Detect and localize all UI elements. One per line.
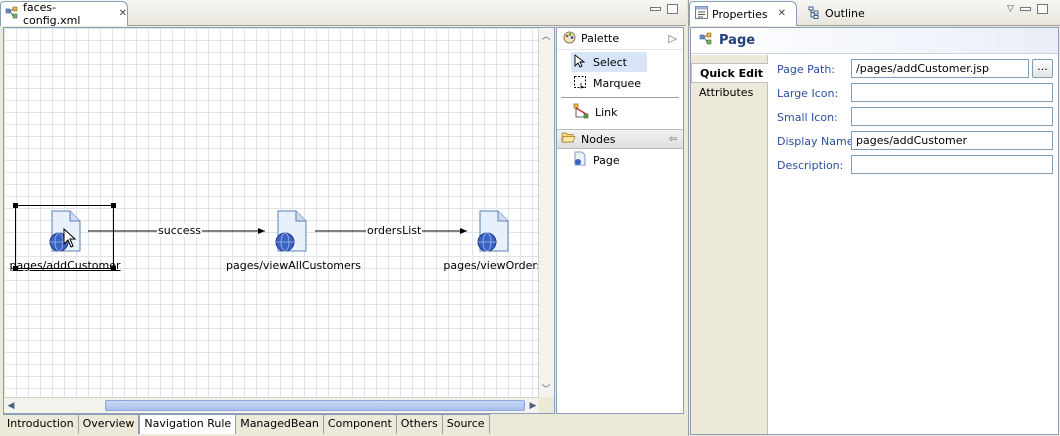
palette-drawer-nodes[interactable]: Nodes ⇦ (557, 129, 683, 149)
scroll-down-icon[interactable]: ﹀ (539, 383, 553, 397)
palette-icon (563, 31, 576, 47)
jsp-page-icon (274, 210, 308, 252)
palette-header[interactable]: Palette ▷ (557, 28, 683, 50)
palette-tool-link[interactable]: Link (557, 101, 683, 123)
folder-open-icon (561, 131, 576, 147)
tab-navigation-rule[interactable]: Navigation Rule (139, 415, 237, 434)
description-label: Description: (777, 159, 844, 172)
edge-label-orderslist[interactable]: ordersList (366, 224, 423, 237)
outline-tab-label: Outline (825, 7, 865, 20)
description-field[interactable] (851, 155, 1053, 174)
maximize-icon[interactable] (667, 4, 678, 14)
tab-others[interactable]: Others (396, 415, 443, 434)
editor-page-tabs: Introduction Overview Navigation Rule Ma… (3, 414, 490, 434)
page-path-label: Page Path: (777, 63, 835, 76)
display-name-label: Display Name: (777, 135, 858, 148)
tab-properties[interactable]: Properties ✕ (689, 1, 797, 26)
scroll-corner (538, 397, 554, 413)
minimize-icon[interactable] (650, 7, 661, 11)
collapse-palette-icon[interactable]: ▷ (669, 32, 677, 45)
minimize-icon[interactable] (1019, 7, 1031, 11)
scroll-left-icon[interactable]: ◀ (4, 399, 18, 413)
palette-item-page[interactable]: Page (557, 149, 683, 171)
side-tab-attributes[interactable]: Attributes (691, 83, 767, 103)
node-label: pages/viewAllCustomers (226, 259, 362, 272)
navigation-canvas-viewport: success ordersList pages/addCustomer pag… (3, 27, 555, 414)
link-icon (573, 103, 589, 122)
quick-edit-form: Page Path: /pages/addCustomer.jsp ... La… (777, 58, 1057, 178)
tab-component[interactable]: Component (323, 415, 397, 434)
form-row-large-icon: Large Icon: (777, 82, 1057, 106)
large-icon-field[interactable] (851, 83, 1053, 102)
palette-separator (561, 97, 679, 98)
properties-window-controls: ▽ (1007, 4, 1048, 14)
palette-item-label: Page (593, 153, 620, 167)
page-path-field[interactable]: /pages/addCustomer.jsp (851, 59, 1029, 78)
horizontal-scrollbar[interactable]: ◀ ▶ (4, 397, 540, 413)
cursor-icon (63, 227, 77, 251)
form-row-small-icon: Small Icon: (777, 106, 1057, 130)
outline-icon (808, 6, 821, 22)
pin-drawer-icon[interactable]: ⇦ (669, 134, 677, 145)
arrow-pointer-icon (573, 53, 587, 71)
jsp-page-icon (476, 210, 510, 252)
vertical-scrollbar[interactable]: ︿ ﹀ (538, 28, 554, 399)
properties-body: Page Quick Edit Attributes Page Path: /p… (690, 27, 1059, 435)
editor-tab-bar: faces-config.xml ✕ (0, 0, 686, 27)
palette-tool-label: Select (593, 55, 627, 69)
editor-tab-label: faces-config.xml (23, 1, 81, 27)
page-properties-icon (699, 32, 713, 50)
tab-managedbean[interactable]: ManagedBean (236, 415, 324, 434)
properties-header: Page (691, 28, 1058, 54)
close-icon[interactable]: ✕ (778, 9, 786, 19)
editor-tab-faces-config[interactable]: faces-config.xml ✕ (0, 1, 128, 27)
scroll-up-icon[interactable]: ︿ (539, 30, 553, 44)
palette-tool-select[interactable]: Select (571, 52, 647, 72)
palette-tool-label: Marquee (593, 76, 642, 90)
horizontal-scroll-thumb[interactable] (105, 400, 525, 411)
small-icon-field[interactable] (851, 107, 1053, 126)
form-row-page-path: Page Path: /pages/addCustomer.jsp ... (777, 58, 1057, 82)
faces-config-editor: faces-config.xml ✕ success ordersList pa… (0, 0, 686, 436)
form-row-display-name: Display Name: pages/addCustomer (777, 130, 1057, 154)
node-label: pages/addCustomer (9, 259, 121, 272)
browse-button[interactable]: ... (1032, 59, 1053, 78)
palette-tool-marquee[interactable]: Marquee (557, 72, 683, 94)
tab-introduction[interactable]: Introduction (3, 415, 79, 434)
view-menu-icon[interactable]: ▽ (1007, 4, 1014, 14)
page-node-viewallcustomers[interactable]: pages/viewAllCustomers (226, 208, 362, 278)
side-tab-quick-edit[interactable]: Quick Edit (691, 63, 768, 83)
properties-tab-bar: Properties ✕ Outline ▽ (689, 0, 1060, 26)
maximize-icon[interactable] (1036, 4, 1048, 14)
tab-source[interactable]: Source (442, 415, 490, 434)
properties-icon (695, 6, 708, 22)
edge-label-success[interactable]: success (157, 224, 203, 237)
palette-drawer-title: Nodes (581, 132, 616, 146)
page-node-addcustomer[interactable]: pages/addCustomer (4, 208, 130, 278)
form-row-description: Description: (777, 154, 1057, 178)
tab-outline[interactable]: Outline (803, 1, 865, 26)
close-icon[interactable]: ✕ (119, 9, 127, 19)
palette-title: Palette (581, 32, 620, 45)
faces-config-file-icon (5, 6, 19, 23)
marquee-icon (573, 75, 587, 92)
small-icon-label: Small Icon: (777, 111, 838, 124)
page-icon (573, 151, 587, 169)
page-node-vieworders[interactable]: pages/viewOrders (428, 208, 554, 278)
properties-side-tabs: Quick Edit Attributes (691, 55, 768, 434)
navigation-canvas[interactable]: success ordersList pages/addCustomer pag… (4, 28, 543, 399)
tab-overview[interactable]: Overview (78, 415, 140, 434)
display-name-field[interactable]: pages/addCustomer (851, 131, 1053, 150)
node-label: pages/viewOrders (443, 259, 543, 272)
properties-tab-label: Properties (712, 7, 768, 21)
editor-window-controls (650, 4, 678, 14)
properties-title: Page (719, 33, 756, 48)
large-icon-label: Large Icon: (777, 87, 839, 100)
palette-panel: Palette ▷ Select Marquee Link Nodes ⇦ Pa… (556, 27, 684, 414)
properties-view: Properties ✕ Outline ▽ Page Quick Edit A… (688, 0, 1060, 436)
palette-tool-label: Link (595, 105, 618, 119)
